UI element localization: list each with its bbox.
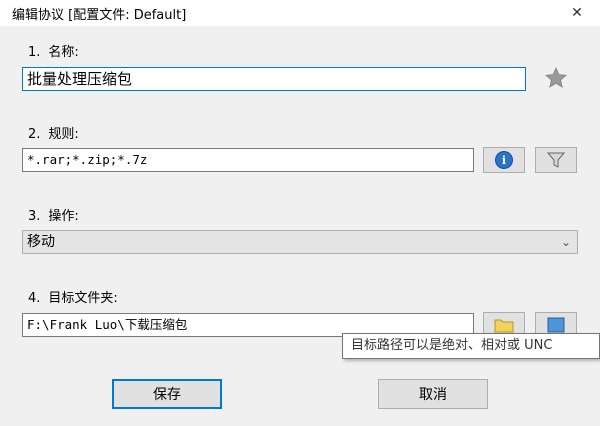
window-icon xyxy=(547,317,565,333)
cancel-button[interactable]: 取消 xyxy=(378,379,488,409)
star-icon[interactable] xyxy=(544,66,568,90)
folder-number: 4. xyxy=(28,291,41,306)
close-button[interactable]: ✕ xyxy=(554,0,600,26)
save-button[interactable]: 保存 xyxy=(112,379,222,409)
rule-input[interactable]: *.rar;*.zip;*.7z xyxy=(22,148,474,172)
action-number: 3. xyxy=(28,209,41,224)
rule-number: 2. xyxy=(28,127,41,142)
close-icon: ✕ xyxy=(571,5,583,21)
info-button[interactable]: i xyxy=(483,147,525,173)
folder-icon xyxy=(494,319,514,333)
folder-label: 4. 目标文件夹: xyxy=(28,287,118,306)
path-tooltip: 目标路径可以是绝对、相对或 UNC xyxy=(342,333,600,359)
filter-button[interactable] xyxy=(535,147,577,173)
info-icon: i xyxy=(495,151,513,169)
rule-label-text: 规则: xyxy=(48,127,79,142)
rule-label: 2. 规则: xyxy=(28,123,79,142)
action-select[interactable]: 移动 ⌄ xyxy=(22,230,578,254)
filter-icon xyxy=(547,152,565,168)
title-bar: 编辑协议 [配置文件: Default] ✕ xyxy=(0,0,600,26)
folder-label-text: 目标文件夹: xyxy=(48,291,118,306)
name-input[interactable]: 批量处理压缩包 xyxy=(22,67,526,91)
action-label-text: 操作: xyxy=(48,209,79,224)
name-label: 1. 名称: xyxy=(28,41,79,60)
name-number: 1. xyxy=(28,45,41,60)
window-title: 编辑协议 [配置文件: Default] xyxy=(12,8,187,23)
action-selected-value: 移动 xyxy=(27,234,55,250)
chevron-down-icon: ⌄ xyxy=(560,235,571,249)
action-label: 3. 操作: xyxy=(28,205,79,224)
name-label-text: 名称: xyxy=(48,45,79,60)
